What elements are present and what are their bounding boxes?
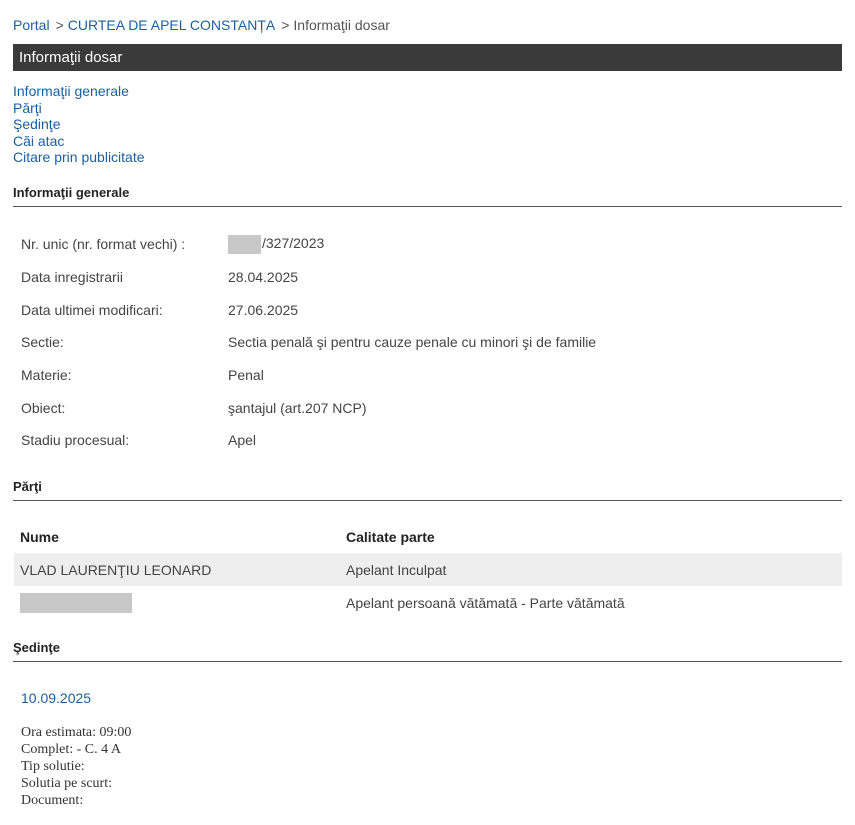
info-label: Data inregistrarii xyxy=(21,269,123,286)
info-value: şantajul (art.207 NCP) xyxy=(228,399,367,416)
party-role: Apelant Inculpat xyxy=(346,561,447,578)
info-value: Penal xyxy=(228,367,264,384)
column-header-role: Calitate parte xyxy=(346,529,435,545)
nav-link-parties[interactable]: Părţi xyxy=(13,100,145,117)
table-row: VLAD LAURENŢIU LEONARD Apelant Inculpat xyxy=(14,553,842,586)
breadcrumb-court-link[interactable]: CURTEA DE APEL CONSTANȚA xyxy=(68,17,275,33)
parties-table: Nume Calitate parte VLAD LAURENŢIU LEONA… xyxy=(14,521,842,619)
party-name xyxy=(14,592,340,613)
info-row-last-modified: Data ultimei modificari: 27.06.2025 xyxy=(21,293,596,326)
hearing-panel: Complet: - C. 4 A xyxy=(21,742,121,757)
info-value: 28.04.2025 xyxy=(228,269,299,286)
hearing-details: Ora estimata: 09:00 Complet: - C. 4 A Ti… xyxy=(21,724,131,809)
breadcrumb-separator: > xyxy=(281,17,290,33)
nav-link-appeals[interactable]: Căi atac xyxy=(13,133,145,150)
table-header-row: Nume Calitate parte xyxy=(14,521,842,553)
column-header-name: Nume xyxy=(20,529,59,545)
breadcrumb: Portal > CURTEA DE APEL CONSTANȚA > Informaţ… xyxy=(13,17,390,33)
breadcrumb-separator: > xyxy=(55,17,64,33)
general-info-table: Nr. unic (nr. format vechi) : /327/2023 … xyxy=(21,228,596,457)
info-row-subject-matter: Materie: Penal xyxy=(21,359,596,392)
hearing-date-link[interactable]: 10.09.2025 xyxy=(21,690,91,706)
hearing-document: Document: xyxy=(21,793,84,808)
section-heading-general-info: Informaţii generale xyxy=(13,185,842,207)
info-row-registration-date: Data inregistrarii 28.04.2025 xyxy=(21,261,596,294)
info-value: Sectia penală şi pentru cauze penale cu … xyxy=(228,334,597,351)
section-heading-parties: Părţi xyxy=(13,479,842,501)
redacted-block xyxy=(228,234,261,254)
party-role: Apelant persoană vătămată - Parte vătăma… xyxy=(346,594,625,611)
info-row-case-number: Nr. unic (nr. format vechi) : /327/2023 xyxy=(21,228,596,261)
info-label: Nr. unic (nr. format vechi) : xyxy=(21,236,186,253)
breadcrumb-current: Informaţii dosar xyxy=(293,17,390,33)
info-value: Apel xyxy=(228,432,257,449)
info-value: 27.06.2025 xyxy=(228,301,299,318)
info-row-object: Obiect: şantajul (art.207 NCP) xyxy=(21,391,596,424)
info-value: /327/2023 xyxy=(228,234,325,254)
section-nav: Informaţii generale Părţi Şedinţe Căi at… xyxy=(13,83,145,166)
info-label: Sectie: xyxy=(21,334,64,351)
nav-link-general-info[interactable]: Informaţii generale xyxy=(13,83,145,100)
case-number-suffix: /327/2023 xyxy=(262,235,325,252)
breadcrumb-portal-link[interactable]: Portal xyxy=(13,17,50,33)
nav-link-public-summons[interactable]: Citare prin publicitate xyxy=(13,149,145,166)
party-name: VLAD LAURENŢIU LEONARD xyxy=(20,561,212,578)
info-row-procedural-stage: Stadiu procesual: Apel xyxy=(21,424,596,457)
info-label: Stadiu procesual: xyxy=(21,432,130,449)
table-row: Apelant persoană vătămată - Parte vătăma… xyxy=(14,586,842,619)
page-title-bar: Informaţii dosar xyxy=(13,44,842,71)
info-label: Obiect: xyxy=(21,399,66,416)
nav-link-hearings[interactable]: Şedinţe xyxy=(13,116,145,133)
hearing-solution-summary: Solutia pe scurt: xyxy=(21,776,112,791)
info-label: Materie: xyxy=(21,367,72,384)
info-label: Data ultimei modificari: xyxy=(21,301,163,318)
hearing-estimated-time: Ora estimata: 09:00 xyxy=(21,725,132,740)
redacted-block xyxy=(20,592,132,613)
hearing-solution-type: Tip solutie: xyxy=(21,759,85,774)
section-heading-hearings: Şedinţe xyxy=(13,640,842,662)
info-row-section: Sectie: Sectia penală şi pentru cauze pe… xyxy=(21,326,596,359)
